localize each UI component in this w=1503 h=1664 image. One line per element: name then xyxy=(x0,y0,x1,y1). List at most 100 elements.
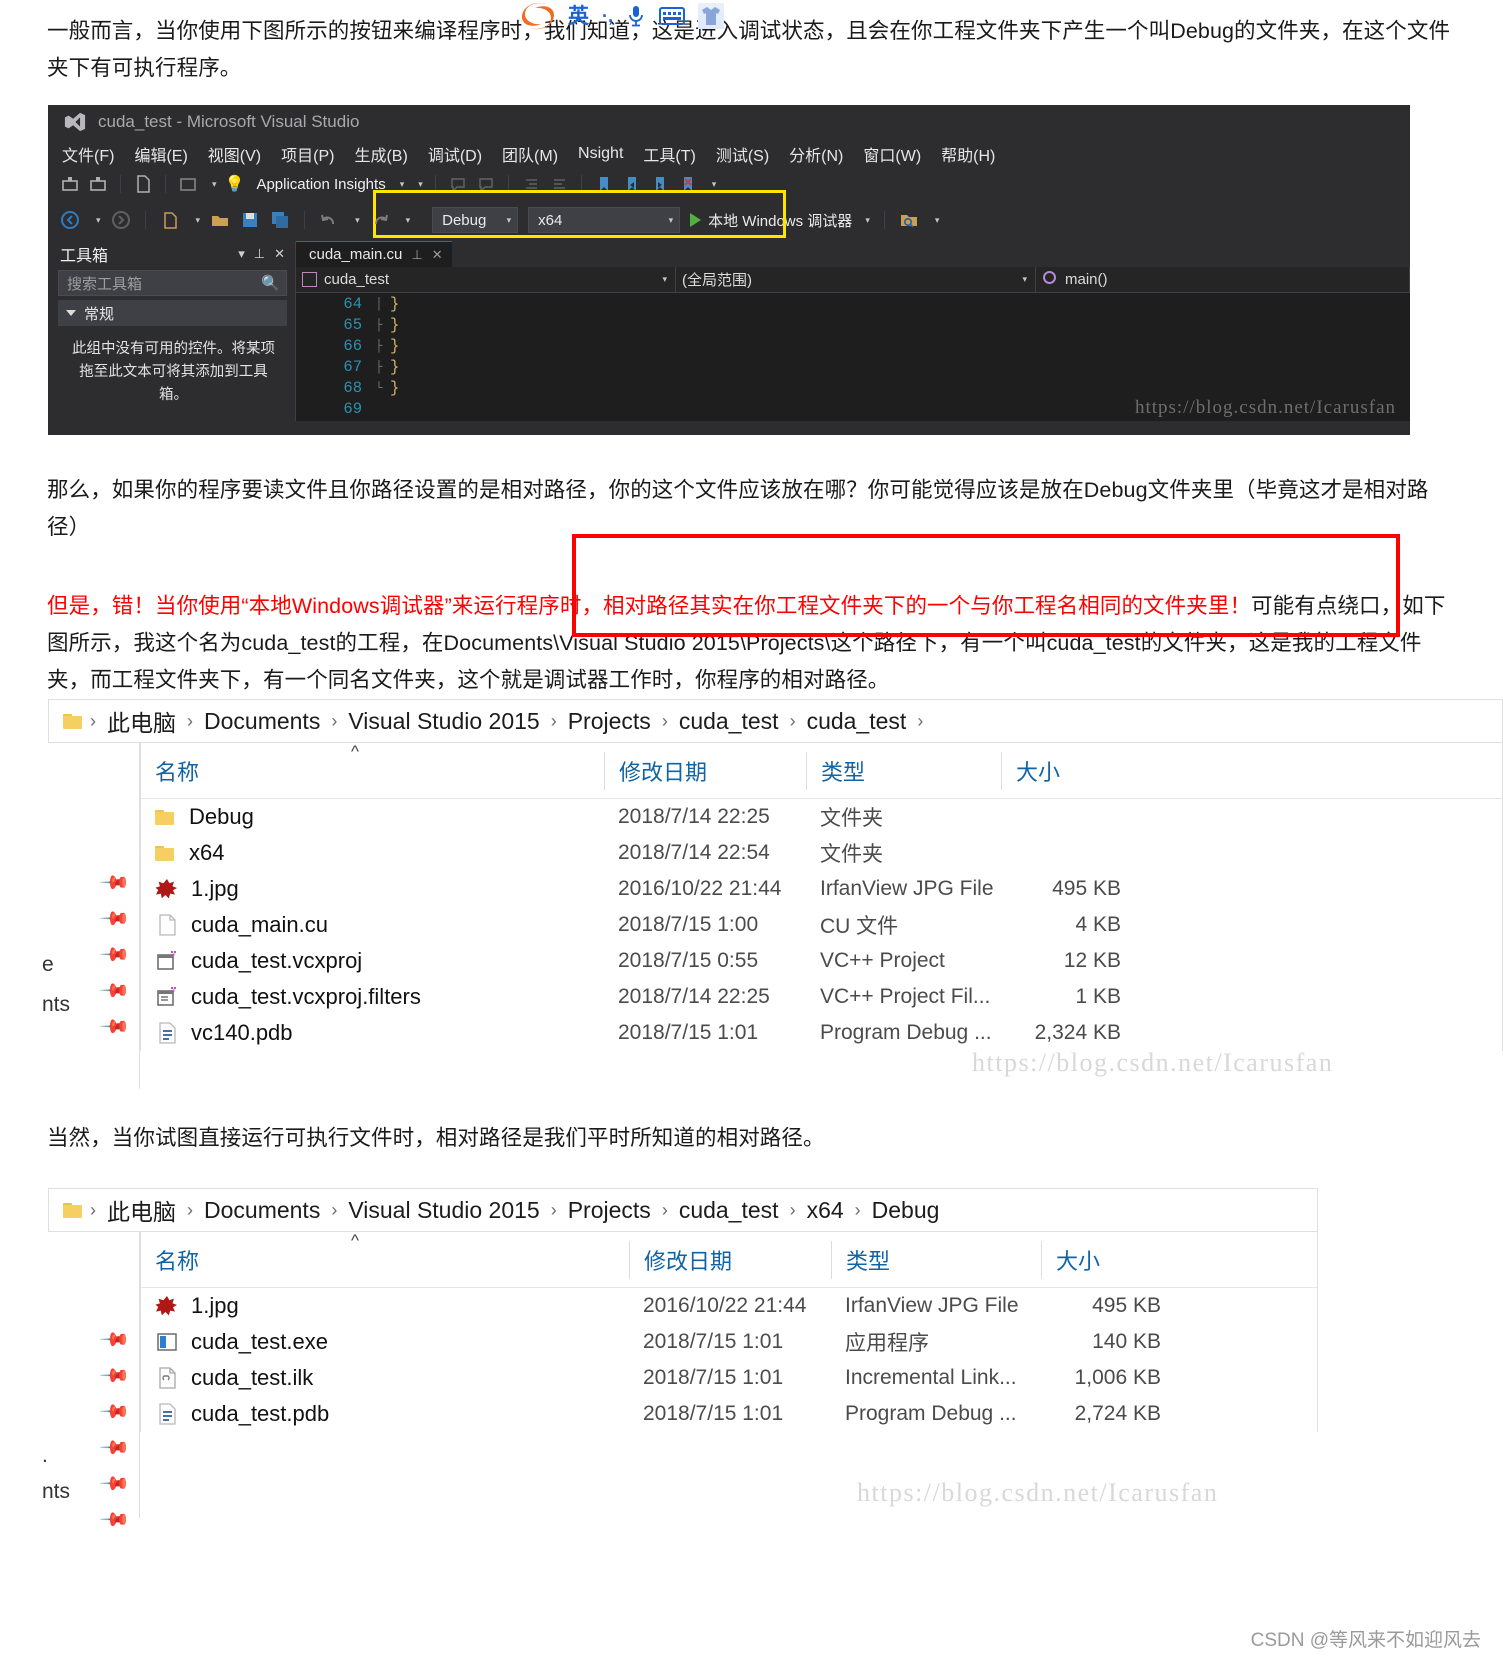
pin-icon[interactable]: 📌 xyxy=(98,1010,132,1044)
file-name[interactable]: 1.jpg xyxy=(191,876,239,902)
vs-menu-debug[interactable]: 调试(D) xyxy=(428,142,482,166)
vs-menu-project[interactable]: 项目(P) xyxy=(281,142,334,166)
breadcrumb-item-x64[interactable]: x64 xyxy=(801,1197,850,1224)
new-file-icon[interactable] xyxy=(133,174,153,194)
column-header-date[interactable]: 修改日期 xyxy=(604,751,806,790)
file-name[interactable]: cuda_test.vcxproj.filters xyxy=(191,984,421,1010)
table-row[interactable]: cuda_test.ilk 2018/7/15 1:01 Incremental… xyxy=(141,1360,1317,1396)
breadcrumb-item-documents[interactable]: Documents xyxy=(198,1197,326,1224)
toolbox-group-general[interactable]: 常规 xyxy=(58,300,287,326)
pin-icon[interactable]: 📌 xyxy=(98,1395,132,1429)
editor-tabstrip[interactable]: cuda_main.cu ⊥ ✕ xyxy=(296,241,1410,267)
nav-fragment-1[interactable]: . xyxy=(42,1444,48,1468)
column-header-type[interactable]: 类型 xyxy=(806,751,1001,790)
chevron-down-icon[interactable]: ▾ xyxy=(212,179,217,190)
overflow-icon[interactable]: ▾ xyxy=(418,179,423,190)
nav-fragment-2[interactable]: nts xyxy=(42,993,70,1017)
navbar-project-dropdown[interactable]: cuda_test ▾ xyxy=(296,266,676,293)
vs-menu-file[interactable]: 文件(F) xyxy=(62,142,114,166)
vs-menu-test[interactable]: 测试(S) xyxy=(716,142,769,166)
file-list-2[interactable]: 1.jpg 2016/10/22 21:44 IrfanView JPG Fil… xyxy=(140,1288,1318,1432)
vs-menu-view[interactable]: 视图(V) xyxy=(208,142,261,166)
vs-menu-team[interactable]: 团队(M) xyxy=(502,142,558,166)
sogou-logo-icon[interactable] xyxy=(521,1,555,31)
column-header-name[interactable]: 名称 ^ xyxy=(141,742,604,790)
vs-menu-tools[interactable]: 工具(T) xyxy=(643,142,695,166)
close-icon[interactable]: ✕ xyxy=(432,247,443,263)
pin-icon[interactable]: 📌 xyxy=(98,974,132,1008)
navigation-pane-2[interactable]: . nts 📌 📌 📌 📌 📌 📌 xyxy=(42,1232,140,1536)
vs-menu-build[interactable]: 生成(B) xyxy=(354,142,407,166)
ime-toolbar[interactable]: 英 ·, xyxy=(521,0,724,32)
file-name[interactable]: vc140.pdb xyxy=(191,1020,293,1046)
ime-punctuation-toggle[interactable]: ·, xyxy=(602,7,613,25)
code-editor-panel[interactable]: cuda_main.cu ⊥ ✕ cuda_test ▾ (全局范围) ▾ ma… xyxy=(296,241,1410,421)
pin-icon[interactable]: 📌 xyxy=(98,1467,132,1501)
chevron-down-icon[interactable]: ▾ xyxy=(1022,274,1027,285)
save-icon[interactable] xyxy=(240,210,260,230)
column-header-row-2[interactable]: 名称 ^ 修改日期 类型 大小 xyxy=(140,1231,1318,1288)
file-name[interactable]: cuda_test.ilk xyxy=(191,1365,313,1391)
add-test-icon[interactable] xyxy=(60,174,80,194)
table-row[interactable]: Debug 2018/7/14 22:25 文件夹 xyxy=(141,799,1502,835)
open-file-icon[interactable] xyxy=(210,210,230,230)
toolbox-panel[interactable]: 工具箱 ▾ ⊥ ✕ 搜索工具箱 🔍 常规 此组中没有可用的控件。将某项拖至此文本… xyxy=(48,241,296,421)
pin-icon[interactable]: 📌 xyxy=(98,1503,132,1537)
toolbox-search-input[interactable]: 搜索工具箱 🔍 xyxy=(58,270,287,296)
breadcrumb-item-thispc[interactable]: 此电脑 xyxy=(101,1193,182,1227)
chevron-down-icon[interactable]: ▾ xyxy=(400,179,405,190)
ime-mode-label[interactable]: 英 xyxy=(568,6,589,27)
fold-marker-icon[interactable]: │ xyxy=(368,297,390,311)
fold-marker-icon[interactable]: ├ xyxy=(368,339,390,353)
navigate-backward-icon[interactable] xyxy=(60,210,80,230)
microphone-icon[interactable] xyxy=(626,4,646,28)
table-row[interactable]: 1.jpg 2016/10/22 21:44 IrfanView JPG Fil… xyxy=(141,1288,1317,1324)
new-project-icon[interactable] xyxy=(160,210,180,230)
vs-menu-edit[interactable]: 编辑(E) xyxy=(134,142,187,166)
run-test-icon[interactable] xyxy=(88,174,108,194)
navigate-forward-icon[interactable] xyxy=(111,210,131,230)
chevron-down-icon[interactable]: ▾ xyxy=(196,215,201,226)
expander-icon[interactable] xyxy=(66,310,76,316)
table-row[interactable]: 1.jpg 2016/10/22 21:44 IrfanView JPG Fil… xyxy=(141,871,1502,907)
column-header-size[interactable]: 大小 xyxy=(1001,751,1139,790)
breadcrumb-bar-1[interactable]: › 此电脑 › Documents › Visual Studio 2015 ›… xyxy=(48,699,1503,743)
file-name[interactable]: 1.jpg xyxy=(191,1293,239,1319)
chevron-down-icon[interactable]: ▾ xyxy=(96,215,101,226)
navbar-function-dropdown[interactable]: main() xyxy=(1036,266,1410,293)
breadcrumb-item-cudatest[interactable]: cuda_test xyxy=(673,708,785,735)
file-name[interactable]: cuda_test.pdb xyxy=(191,1401,329,1427)
find-in-files-icon[interactable] xyxy=(899,210,919,230)
breadcrumb-item-cudatest[interactable]: cuda_test xyxy=(673,1197,785,1224)
table-row[interactable]: cuda_test.pdb 2018/7/15 1:01 Program Deb… xyxy=(141,1396,1317,1432)
column-header-name[interactable]: 名称 ^ xyxy=(141,1231,629,1279)
column-header-date[interactable]: 修改日期 xyxy=(629,1240,831,1279)
vs-menu-analyze[interactable]: 分析(N) xyxy=(789,142,843,166)
lightbulb-icon[interactable]: 💡 xyxy=(225,174,245,194)
vs-toolbar-debug[interactable]: ▾ ▾ ▾ ▾ Debug ▾ x64 ▾ 本地 Windows 调试器 ▾ ▾ xyxy=(48,190,1410,241)
column-header-row-1[interactable]: 名称 ^ 修改日期 类型 大小 xyxy=(140,742,1503,799)
pin-icon[interactable]: 📌 xyxy=(98,1359,132,1393)
nav-fragment-1[interactable]: e xyxy=(42,953,54,977)
pin-icon[interactable]: 📌 xyxy=(98,1431,132,1465)
table-row[interactable]: x64 2018/7/14 22:54 文件夹 xyxy=(141,835,1502,871)
fold-marker-icon[interactable]: ├ xyxy=(368,318,390,332)
application-insights-label[interactable]: Application Insights xyxy=(256,176,385,193)
vs-menubar[interactable]: 文件(F) 编辑(E) 视图(V) 项目(P) 生成(B) 调试(D) 团队(M… xyxy=(48,139,1410,169)
redo-icon[interactable] xyxy=(370,210,390,230)
overflow-icon[interactable]: ▾ xyxy=(935,215,940,226)
skin-shirt-icon[interactable] xyxy=(698,3,724,29)
analyze-icon[interactable] xyxy=(178,174,198,194)
chevron-down-icon[interactable]: ▾ xyxy=(355,215,360,226)
file-name[interactable]: Debug xyxy=(189,804,254,830)
file-list-1[interactable]: Debug 2018/7/14 22:25 文件夹 x64 2018/7/14 … xyxy=(140,799,1503,1051)
chevron-down-icon[interactable]: ▾ xyxy=(238,246,245,262)
chevron-down-icon[interactable]: ▾ xyxy=(662,274,667,285)
pin-icon[interactable]: ⊥ xyxy=(254,246,265,262)
pin-icon[interactable]: 📌 xyxy=(98,866,132,900)
column-header-size[interactable]: 大小 xyxy=(1041,1240,1179,1279)
table-row[interactable]: cuda_test.vcxproj.filters 2018/7/14 22:2… xyxy=(141,979,1502,1015)
table-row[interactable]: cuda_test.exe 2018/7/15 1:01 应用程序 140 KB xyxy=(141,1324,1317,1360)
breadcrumb-item-vs2015[interactable]: Visual Studio 2015 xyxy=(342,708,545,735)
pin-icon[interactable]: 📌 xyxy=(98,938,132,972)
